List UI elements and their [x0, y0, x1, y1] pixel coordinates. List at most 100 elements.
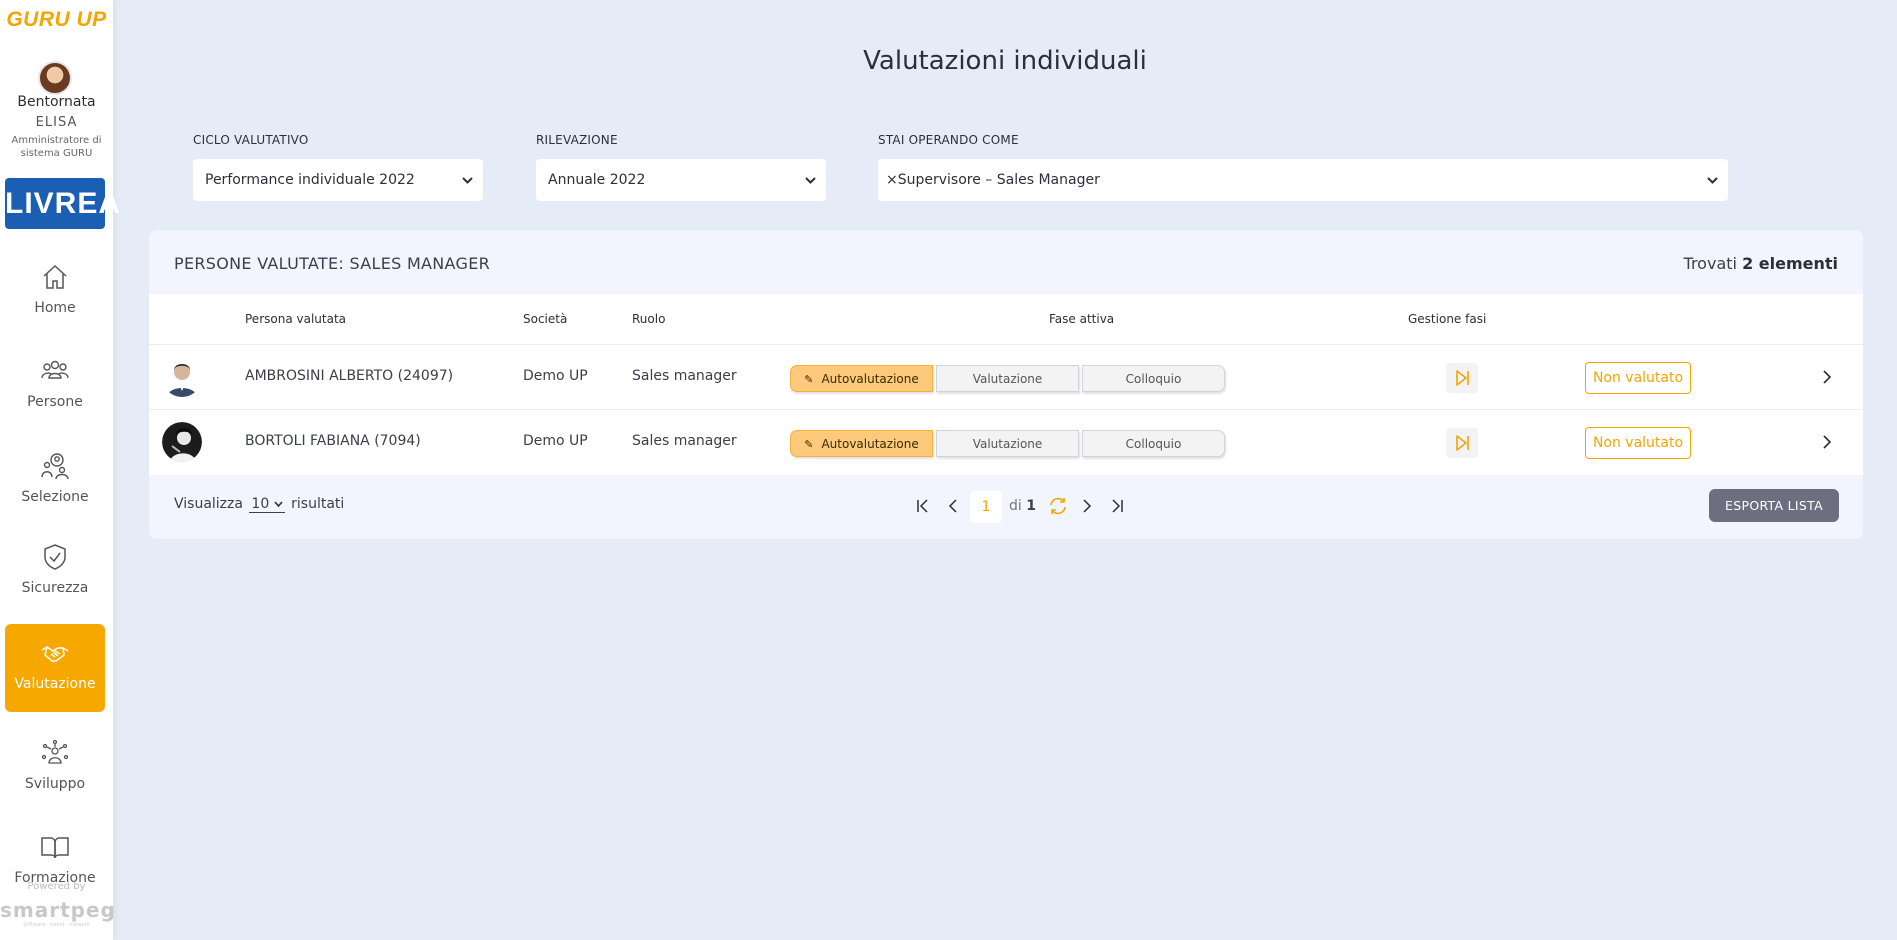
results-label: risultati	[291, 496, 345, 512]
skip-forward-icon	[1456, 370, 1469, 386]
selection-icon	[41, 453, 69, 480]
nav-label: Home	[34, 300, 76, 316]
book-icon	[41, 837, 69, 859]
nav-label: Sicurezza	[21, 580, 89, 596]
company: Demo UP	[523, 433, 588, 449]
ruolo-select[interactable]: ×Supervisore – Sales Manager	[878, 159, 1728, 201]
chevron-down-icon	[1707, 177, 1718, 184]
rilevazione-select[interactable]: Annuale 2022	[536, 159, 826, 201]
table-row[interactable]: BORTOLI FABIANA (7094) Demo UP Sales man…	[149, 410, 1863, 475]
results-count: Trovati 2 elementi	[1684, 254, 1838, 273]
results-card: PERSONE VALUTATE: SALES MANAGER Trovati …	[149, 230, 1863, 539]
table-row[interactable]: AMBROSINI ALBERTO (24097) Demo UP Sales …	[149, 345, 1863, 410]
user-name: ELISA	[35, 115, 78, 130]
client-logo: LIVREA	[5, 178, 120, 229]
next-page-icon[interactable]	[1076, 495, 1098, 517]
smartpeg-tagline: Software · talent · network	[23, 922, 90, 928]
phase-stepper: ✎ Autovalutazione Valutazione Colloquio	[790, 430, 1225, 457]
table-footer: Visualizza 10 risultati 1 di 1 ESPORTA L…	[149, 476, 1863, 539]
phase-valutazione[interactable]: Valutazione	[936, 430, 1079, 457]
refresh-icon[interactable]	[1047, 495, 1069, 517]
user-avatar[interactable]	[38, 61, 72, 95]
nav-selezione[interactable]: Selezione	[5, 437, 105, 525]
smartpeg-logo: smartpeg	[0, 898, 116, 922]
chevron-down-icon	[274, 501, 283, 508]
phase-label: Colloquio	[1125, 437, 1182, 451]
phase-autovalutazione[interactable]: ✎ Autovalutazione	[790, 365, 933, 392]
chevron-down-icon	[805, 177, 816, 184]
phase-label: Valutazione	[972, 372, 1043, 386]
person-name[interactable]: AMBROSINI ALBERTO (24097)	[245, 368, 453, 384]
nav-label: Selezione	[21, 489, 89, 505]
chevron-right-icon[interactable]	[1818, 367, 1836, 387]
chevron-down-icon	[462, 177, 473, 184]
phase-label: Valutazione	[972, 437, 1043, 451]
user-role: Amministratore di sistema GURU	[11, 135, 102, 159]
nav-persone[interactable]: Persone	[5, 342, 105, 430]
role: Sales manager	[632, 368, 737, 384]
phase-stepper: ✎ Autovalutazione Valutazione Colloquio	[790, 365, 1225, 392]
home-icon	[43, 264, 67, 289]
column-header-phase: Fase attiva	[1049, 312, 1115, 326]
page-size-control: Visualizza 10 risultati	[174, 496, 344, 513]
greeting: Bentornata	[17, 94, 96, 110]
of-label: di	[1009, 498, 1022, 514]
table-header: Persona valutata Società Ruolo Fase atti…	[149, 294, 1863, 345]
ciclo-select-value: Performance individuale 2022	[205, 172, 415, 188]
brand-logo[interactable]: GURU UP	[0, 8, 113, 32]
nav-home[interactable]: Home	[5, 248, 105, 336]
export-list-button[interactable]: ESPORTA LISTA	[1709, 489, 1839, 522]
person-name[interactable]: BORTOLI FABIANA (7094)	[245, 433, 421, 449]
results-table: Persona valutata Società Ruolo Fase atti…	[149, 294, 1863, 475]
previous-page-icon[interactable]	[942, 495, 964, 517]
phase-valutazione[interactable]: Valutazione	[936, 365, 1079, 392]
company: Demo UP	[523, 368, 588, 384]
next-phase-button[interactable]	[1446, 428, 1478, 458]
page-total: di 1	[1009, 498, 1036, 514]
total-pages: 1	[1026, 498, 1036, 514]
column-header-company[interactable]: Società	[523, 312, 567, 326]
pencil-icon: ✎	[804, 438, 814, 451]
page-size-value: 10	[251, 496, 270, 512]
sidebar: GURU UP Bentornata ELISA Amministratore …	[0, 0, 120, 940]
filter-label-ciclo: CICLO VALUTATIVO	[193, 133, 309, 147]
next-phase-button[interactable]	[1446, 363, 1478, 393]
role: Sales manager	[632, 433, 737, 449]
shield-icon	[44, 544, 66, 570]
development-icon	[41, 739, 69, 764]
filter-label-rilevazione: RILEVAZIONE	[536, 133, 618, 147]
nav-valutazione[interactable]: Valutazione	[5, 624, 105, 712]
page-size-select[interactable]: 10	[249, 496, 285, 513]
nav-label: Valutazione	[14, 676, 96, 692]
people-icon	[41, 360, 69, 379]
nav-formazione[interactable]: Formazione	[5, 818, 105, 886]
phase-label: Autovalutazione	[821, 372, 919, 386]
person-avatar	[162, 357, 202, 397]
nav-sicurezza[interactable]: Sicurezza	[5, 528, 105, 616]
ciclo-select[interactable]: Performance individuale 2022	[193, 159, 483, 201]
phase-colloquio[interactable]: Colloquio	[1082, 430, 1225, 457]
nav-sviluppo[interactable]: Sviluppo	[5, 724, 105, 812]
column-header-role[interactable]: Ruolo	[632, 312, 665, 326]
page-title: Valutazioni individuali	[863, 46, 1147, 76]
ruolo-select-value: ×Supervisore – Sales Manager	[886, 172, 1100, 188]
current-page-input[interactable]: 1	[970, 491, 1002, 523]
phase-label: Autovalutazione	[821, 437, 919, 451]
column-header-manage: Gestione fasi	[1408, 312, 1487, 326]
phase-colloquio[interactable]: Colloquio	[1082, 365, 1225, 392]
chevron-right-icon[interactable]	[1818, 432, 1836, 452]
handshake-icon	[41, 646, 69, 662]
column-header-person[interactable]: Persona valutata	[245, 312, 346, 326]
first-page-icon[interactable]	[912, 495, 934, 517]
show-label: Visualizza	[174, 496, 243, 512]
status-badge: Non valutato	[1585, 427, 1691, 459]
results-count-value: 2 elementi	[1742, 254, 1838, 273]
phase-label: Colloquio	[1125, 372, 1182, 386]
last-page-icon[interactable]	[1106, 495, 1128, 517]
phase-autovalutazione[interactable]: ✎ Autovalutazione	[790, 430, 933, 457]
nav-label: Sviluppo	[24, 776, 86, 792]
list-title: PERSONE VALUTATE: SALES MANAGER	[174, 254, 491, 273]
filter-label-ruolo: STAI OPERANDO COME	[878, 133, 1019, 147]
skip-forward-icon	[1456, 435, 1469, 451]
rilevazione-select-value: Annuale 2022	[548, 172, 646, 188]
